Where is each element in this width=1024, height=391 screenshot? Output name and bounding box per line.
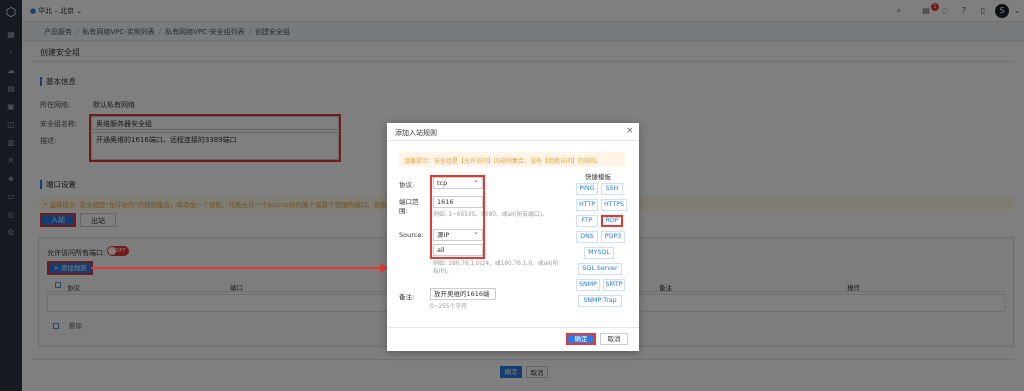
quick-http[interactable]: HTTP (576, 199, 598, 211)
dialog-confirm-button[interactable]: 确定 (566, 333, 596, 345)
remark-hint: 0~255个字符 (430, 304, 468, 310)
quick-snmp[interactable]: SNMP (576, 279, 600, 291)
dialog-cancel-button[interactable]: 取消 (600, 333, 628, 345)
protocol-label: 协议: (399, 181, 415, 189)
quick-dns[interactable]: DNS (576, 231, 598, 243)
add-inbound-rule-dialog: 添加入站规则 × 温馨提示：安全组是【允许访问】的规则集合，没有【拒绝访问】的规… (387, 123, 639, 351)
quick-mysql[interactable]: MYSQL (584, 247, 614, 259)
quick-https[interactable]: HTTPS (601, 199, 627, 211)
highlight-box (430, 175, 485, 259)
quick-sql-server[interactable]: SQL Server (578, 263, 622, 275)
close-icon[interactable]: × (626, 126, 634, 136)
source-hint: 例如: 180.76.1.0/24、或180.76.1.0、或all(所有IP)… (433, 261, 559, 275)
quick-templates-title: 快捷模板 (585, 173, 611, 181)
quick-ssh[interactable]: SSH (601, 183, 623, 195)
port-label: 端口范围: (399, 198, 419, 215)
quick-ping[interactable]: PING (576, 183, 598, 195)
remark-label: 备注: (399, 293, 415, 301)
dialog-title: 添加入站规则 (395, 129, 437, 137)
annotation-arrow (91, 267, 381, 269)
quick-snmp-trap[interactable]: SNMP Trap (578, 295, 622, 307)
source-label: Source: (399, 231, 424, 239)
quick-smtp[interactable]: SMTP (603, 279, 625, 291)
quick-ftp[interactable]: FTP (576, 215, 598, 227)
quick-pop3[interactable]: POP3 (601, 231, 625, 243)
remark-input[interactable]: 放开奥维的1616端 (430, 288, 496, 300)
quick-rdp[interactable]: RDP (601, 215, 623, 227)
dialog-tip: 温馨提示：安全组是【允许访问】的规则集合，没有【拒绝访问】的规则。 (399, 152, 625, 167)
